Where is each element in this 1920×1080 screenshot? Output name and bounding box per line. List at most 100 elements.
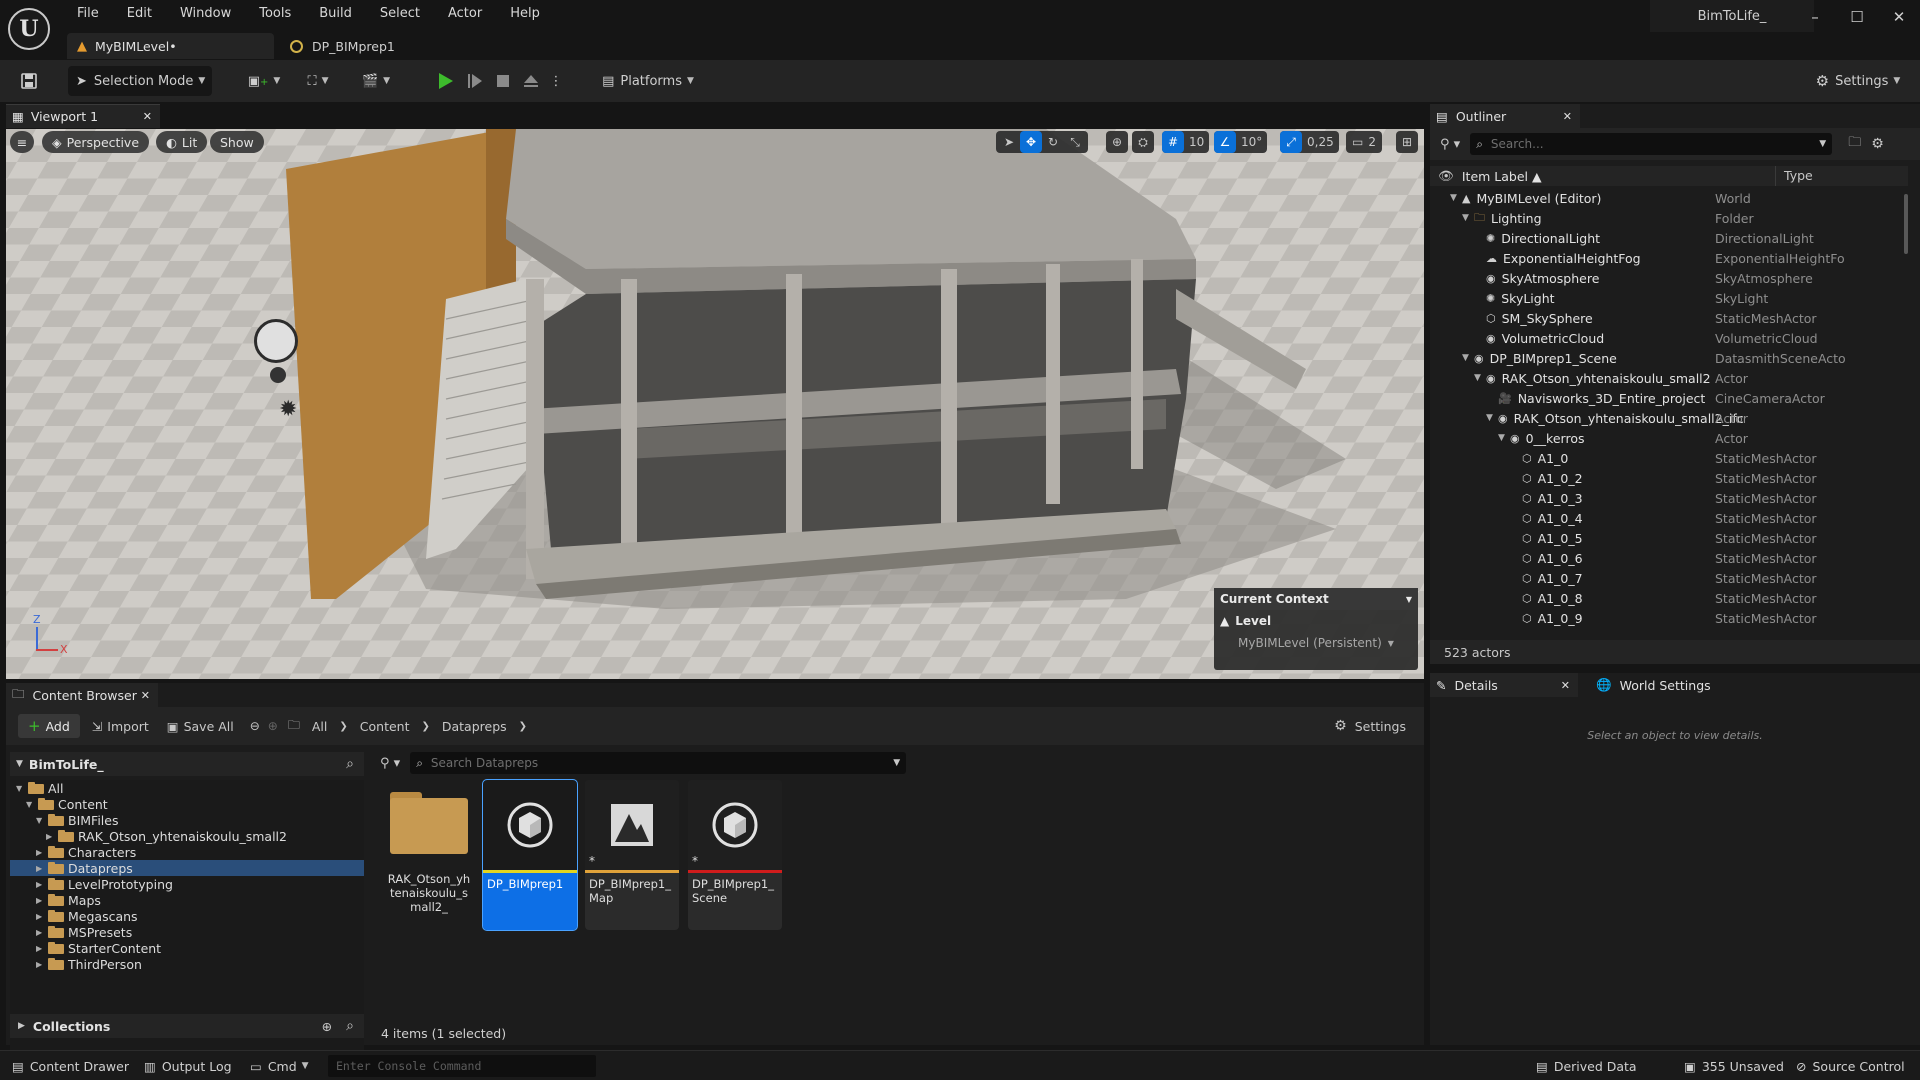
content-drawer-button[interactable]: ▤ Content Drawer — [12, 1051, 129, 1080]
outliner-search[interactable]: ⌕ Search... ▼ — [1470, 133, 1833, 155]
add-button[interactable]: + Add — [18, 714, 80, 738]
chevron-right-icon[interactable]: ▶ — [36, 864, 48, 873]
level-viewport[interactable]: ✹ ≡ ◈ Perspective ◐ Lit Show ➤ ✥ ↻ ⤡ ⊕ ⛭ #… — [6, 129, 1424, 679]
cb-folder-row[interactable]: ▼ All — [10, 780, 364, 796]
cb-folder-row[interactable]: ▶ StarterContent — [10, 940, 364, 956]
asset-tile-dataprep[interactable]: DP_BIMprep1 — [482, 779, 578, 931]
doc-tab-dataprep[interactable]: DP_BIMprep1 — [280, 33, 480, 59]
derived-data-button[interactable]: ▤ Derived Data — [1536, 1051, 1637, 1080]
menu-edit[interactable]: Edit — [113, 0, 166, 28]
outliner-row[interactable]: ▼ 🗀 Lighting Folder — [1430, 208, 1908, 228]
cb-folder-row[interactable]: ▶ Characters — [10, 844, 364, 860]
chevron-right-icon[interactable]: ▶ — [36, 928, 48, 937]
forward-icon[interactable]: ⊕ — [268, 719, 278, 733]
outliner-scrollbar[interactable] — [1904, 194, 1908, 254]
chevron-down-icon[interactable]: ▼ — [1498, 433, 1510, 443]
scale-snap-control[interactable]: ⤢ 0,25 — [1280, 131, 1339, 153]
chevron-right-icon[interactable]: ❯ — [421, 721, 429, 732]
search-icon[interactable]: ⌕ — [346, 1018, 354, 1034]
doc-tab-level[interactable]: ▲ MyBIMLevel• — [67, 33, 274, 59]
outliner-row[interactable]: ⬡ A1_0_9 StaticMeshActor — [1430, 608, 1908, 628]
menu-build[interactable]: Build — [305, 0, 366, 28]
outliner-row[interactable]: ⬡ A1_0_5 StaticMeshActor — [1430, 528, 1908, 548]
import-button[interactable]: ⇲ Import — [92, 719, 149, 734]
source-control-button[interactable]: ⊘ Source Control — [1796, 1051, 1905, 1080]
breadcrumb-content[interactable]: Content — [360, 719, 410, 734]
back-icon[interactable]: ⊖ — [250, 719, 260, 733]
select-icon[interactable]: ➤ — [998, 131, 1020, 153]
cb-settings-button[interactable]: ⚙ Settings — [1334, 718, 1406, 734]
cb-folder-row[interactable]: ▶ ThirdPerson — [10, 956, 364, 972]
outliner-row[interactable]: ☁ ExponentialHeightFog ExponentialHeightFo… — [1430, 248, 1908, 268]
close-icon[interactable]: ✕ — [143, 110, 152, 123]
grid-snap-control[interactable]: # 10 — [1162, 131, 1210, 153]
show-button[interactable]: Show — [210, 131, 264, 153]
menu-file[interactable]: File — [63, 0, 113, 28]
translate-icon[interactable]: ✥ — [1020, 131, 1042, 153]
scale-icon[interactable]: ⤡ — [1064, 131, 1086, 153]
chevron-down-icon[interactable]: ▼ — [16, 759, 23, 769]
outliner-row[interactable]: ⬡ A1_0_4 StaticMeshActor — [1430, 508, 1908, 528]
collections-header[interactable]: ▶ Collections ⊕ ⌕ — [10, 1014, 364, 1038]
outliner-row[interactable]: ▼ ◉ DP_BIMprep1_Scene DatasmithSceneActor — [1430, 348, 1908, 368]
settings-dropdown[interactable]: ⚙ Settings ▼ — [1810, 66, 1906, 96]
camera-speed-control[interactable]: ▭ 2 — [1346, 131, 1382, 153]
save-icon[interactable] — [14, 66, 44, 96]
cb-folder-row[interactable]: ▶ Megascans — [10, 908, 364, 924]
cb-folder-row[interactable]: ▶ Maps — [10, 892, 364, 908]
step-button[interactable] — [462, 66, 488, 96]
add-collection-icon[interactable]: ⊕ — [322, 1019, 332, 1034]
asset-tile-scene[interactable]: * DP_BIMprep1_Scene — [688, 780, 782, 930]
filter-icon[interactable]: ⚲ ▾ — [1440, 137, 1460, 152]
viewport-tab[interactable]: ▦ Viewport 1 ✕ — [6, 104, 160, 128]
outliner-row[interactable]: ◉ VolumetricCloud VolumetricCloud — [1430, 328, 1908, 348]
menu-tools[interactable]: Tools — [245, 0, 305, 28]
cb-folder-row[interactable]: ▶ Datapreps — [10, 860, 364, 876]
lit-button[interactable]: ◐ Lit — [156, 131, 208, 153]
outliner-row[interactable]: ✺ SkyLight SkyLight — [1430, 288, 1908, 308]
stop-button[interactable] — [490, 66, 516, 96]
menu-help[interactable]: Help — [496, 0, 554, 28]
close-icon[interactable]: ✕ — [1878, 0, 1920, 34]
layout-icon[interactable]: ⊞ — [1396, 131, 1418, 153]
level-dropdown[interactable]: MyBIMLevel (Persistent) ▼ — [1214, 632, 1418, 654]
chevron-down-icon[interactable]: ▼ — [16, 784, 28, 793]
search-icon[interactable]: ⌕ — [346, 756, 354, 772]
new-folder-icon[interactable]: 🗀 — [1848, 133, 1861, 155]
chevron-right-icon[interactable]: ▶ — [36, 880, 48, 889]
chevron-right-icon[interactable]: ▶ — [36, 960, 48, 969]
menu-select[interactable]: Select — [366, 0, 434, 28]
outliner-row[interactable]: 🎥 Navisworks_3D_Entire_project CineCameraA… — [1430, 388, 1908, 408]
cinematics-button[interactable]: 🎬 ▼ — [354, 66, 398, 96]
cb-folder-row[interactable]: ▼ BIMFiles — [10, 812, 364, 828]
rotate-icon[interactable]: ↻ — [1042, 131, 1064, 153]
more-options-icon[interactable]: ⋮ — [548, 66, 564, 96]
details-tab[interactable]: ✎ Details ✕ — [1430, 673, 1578, 697]
selection-mode-dropdown[interactable]: ➤ Selection Mode ▼ — [68, 66, 212, 96]
chevron-right-icon[interactable]: ▶ — [36, 944, 48, 953]
outliner-row[interactable]: ▼ ◉ 0__kerros Actor — [1430, 428, 1908, 448]
chevron-down-icon[interactable]: ▼ — [36, 816, 48, 825]
outliner-row[interactable]: ⬡ A1_0_6 StaticMeshActor — [1430, 548, 1908, 568]
maximize-icon[interactable]: ☐ — [1836, 0, 1878, 34]
surface-snap-icon[interactable]: ⛭ — [1132, 131, 1154, 153]
close-icon[interactable]: ✕ — [1563, 110, 1572, 123]
breadcrumb-datapreps[interactable]: Datapreps — [442, 719, 507, 734]
chevron-right-icon[interactable]: ❯ — [519, 721, 527, 732]
play-button[interactable] — [432, 66, 458, 96]
platforms-dropdown[interactable]: ▤ Platforms ▼ — [596, 66, 700, 96]
outliner-row[interactable]: ⬡ A1_0 StaticMeshActor — [1430, 448, 1908, 468]
outliner-row[interactable]: ⬡ SM_SkySphere StaticMeshActor — [1430, 308, 1908, 328]
cb-folder-row[interactable]: ▼ Content — [10, 796, 364, 812]
outliner-row[interactable]: ⬡ A1_0_3 StaticMeshActor — [1430, 488, 1908, 508]
chevron-down-icon[interactable]: ▼ — [1462, 213, 1474, 223]
rotation-snap-control[interactable]: ∠ 10° — [1214, 131, 1268, 153]
cb-folder-row[interactable]: ▶ LevelPrototyping — [10, 876, 364, 892]
visibility-icon[interactable]: 👁 — [1438, 168, 1454, 184]
content-browser-tab[interactable]: 🗀 Content Browser ✕ — [6, 683, 158, 707]
unsaved-button[interactable]: ▣ 355 Unsaved — [1684, 1051, 1784, 1080]
chevron-right-icon[interactable]: ▶ — [36, 912, 48, 921]
chevron-right-icon[interactable]: ▶ — [36, 848, 48, 857]
outliner-row[interactable]: ✺ DirectionalLight DirectionalLight — [1430, 228, 1908, 248]
column-type[interactable]: Type — [1775, 166, 1813, 186]
